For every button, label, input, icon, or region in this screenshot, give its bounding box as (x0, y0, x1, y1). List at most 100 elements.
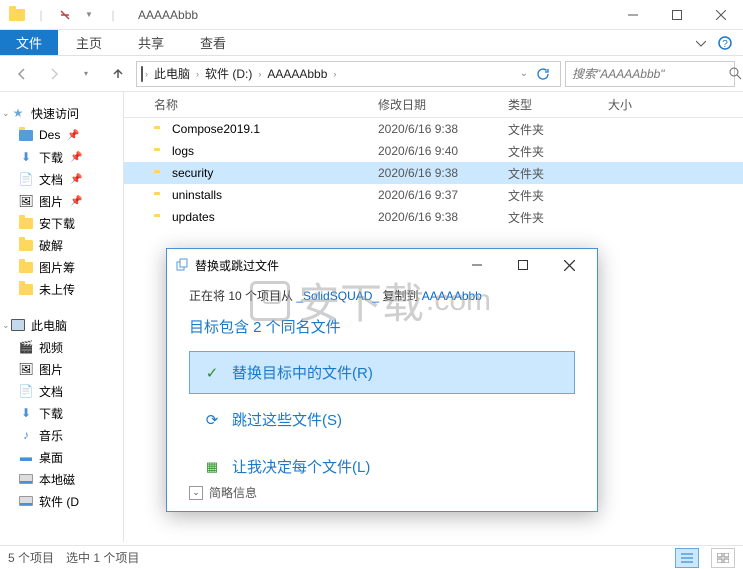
file-name: logs (172, 144, 378, 158)
tab-share[interactable]: 共享 (120, 30, 182, 55)
file-date: 2020/6/16 9:38 (378, 166, 508, 180)
forward-button[interactable] (40, 60, 68, 88)
compare-icon: ▦ (202, 459, 222, 475)
file-type: 文件夹 (508, 143, 608, 160)
sidebar-item[interactable]: 破解 (0, 234, 123, 256)
decide-option[interactable]: ▦ 让我决定每个文件(L) (189, 445, 575, 488)
close-button[interactable] (699, 0, 743, 30)
dest-link[interactable]: AAAAAbbb (422, 289, 482, 303)
document-icon: 📄 (18, 383, 34, 399)
dialog-maximize-button[interactable] (503, 251, 543, 279)
file-row[interactable]: uninstalls2020/6/16 9:37文件夹 (124, 184, 743, 206)
sidebar-item[interactable]: 📄文档 (0, 380, 123, 402)
chevron-down-icon[interactable]: ⌄ (2, 108, 10, 119)
sidebar-item[interactable]: 🖼图片 (0, 358, 123, 380)
sidebar-item[interactable]: 安下载 (0, 212, 123, 234)
breadcrumb-item[interactable]: 此电脑 (150, 65, 194, 82)
chevron-down-icon: ⌄ (189, 486, 203, 500)
history-dropdown-icon[interactable]: ⌄ (520, 68, 528, 79)
skip-icon: ⟳ (202, 411, 222, 429)
breadcrumb-item[interactable]: AAAAAbbb (263, 67, 331, 81)
column-type[interactable]: 类型 (508, 96, 608, 113)
sidebar-item[interactable]: ⬇下载📌 (0, 146, 123, 168)
picture-icon: 🖼 (18, 361, 34, 377)
chevron-right-icon[interactable]: › (333, 69, 336, 79)
column-date[interactable]: 修改日期 (378, 96, 508, 113)
replace-option[interactable]: ✓ 替换目标中的文件(R) (189, 351, 575, 394)
chevron-right-icon[interactable]: › (145, 69, 148, 79)
breadcrumb-item[interactable]: 软件 (D:) (201, 65, 256, 82)
details-view-button[interactable] (675, 548, 699, 568)
file-row[interactable]: Compose2019.12020/6/16 9:38文件夹 (124, 118, 743, 140)
sidebar-item[interactable]: 🖼图片📌 (0, 190, 123, 212)
replace-skip-dialog: 替换或跳过文件 正在将 10 个项目从 _SolidSQUAD_ 复制到 AAA… (166, 248, 598, 512)
refresh-icon[interactable] (530, 67, 556, 81)
dialog-title: 替换或跳过文件 (195, 257, 279, 274)
search-box[interactable] (565, 61, 735, 87)
maximize-button[interactable] (655, 0, 699, 30)
up-button[interactable] (104, 60, 132, 88)
breadcrumb[interactable]: › 此电脑 › 软件 (D:) › AAAAAbbb › ⌄ (136, 61, 561, 87)
music-icon: ♪ (18, 427, 34, 443)
search-input[interactable] (572, 67, 729, 81)
sidebar-item[interactable]: 未上传 (0, 278, 123, 300)
skip-option[interactable]: ⟳ 跳过这些文件(S) (189, 398, 575, 441)
sidebar-item[interactable]: Des📌 (0, 124, 123, 146)
status-bar: 5 个项目 选中 1 个项目 (0, 545, 743, 569)
svg-text:?: ? (722, 39, 728, 50)
dialog-close-button[interactable] (549, 251, 589, 279)
sidebar-item[interactable]: ♪音乐 (0, 424, 123, 446)
file-type: 文件夹 (508, 187, 608, 204)
sidebar-item[interactable]: ⬇下载 (0, 402, 123, 424)
sidebar-quick-access[interactable]: ⌄ ★ 快速访问 (0, 102, 123, 124)
sidebar-item-label: 快速访问 (31, 105, 79, 122)
column-size[interactable]: 大小 (608, 96, 698, 113)
expand-ribbon-icon[interactable] (689, 30, 713, 55)
pc-icon (141, 67, 143, 81)
desktop-icon: ▬ (18, 449, 34, 465)
sidebar-this-pc[interactable]: ⌄ 此电脑 (0, 314, 123, 336)
copy-icon (175, 258, 189, 272)
check-icon: ✓ (202, 364, 222, 382)
folder-icon (6, 4, 28, 26)
divider-icon: | (102, 4, 124, 26)
sidebar-item[interactable]: 图片筹 (0, 256, 123, 278)
help-icon[interactable]: ? (713, 30, 737, 55)
dialog-minimize-button[interactable] (457, 251, 497, 279)
sidebar-item[interactable]: ▬桌面 (0, 446, 123, 468)
dialog-details-toggle[interactable]: ⌄ 简略信息 (189, 484, 257, 501)
search-icon[interactable] (729, 67, 742, 80)
column-name[interactable]: 名称 (154, 96, 378, 113)
sidebar-item[interactable]: 🎬视频 (0, 336, 123, 358)
minimize-button[interactable] (611, 0, 655, 30)
recent-dropdown-icon[interactable]: ▾ (72, 60, 100, 88)
file-date: 2020/6/16 9:38 (378, 122, 508, 136)
sidebar-item[interactable]: 📄文档📌 (0, 168, 123, 190)
chevron-right-icon[interactable]: › (196, 69, 199, 79)
icons-view-button[interactable] (711, 548, 735, 568)
properties-icon[interactable] (54, 4, 76, 26)
copy-progress-text: 正在将 10 个项目从 _SolidSQUAD_ 复制到 AAAAAbbb (189, 287, 575, 304)
file-row[interactable]: security2020/6/16 9:38文件夹 (124, 162, 743, 184)
column-headers: 名称 修改日期 类型 大小 (124, 92, 743, 118)
tab-home[interactable]: 主页 (58, 30, 120, 55)
navigation-pane: ⌄ ★ 快速访问 Des📌 ⬇下载📌 📄文档📌 🖼图片📌 安下载 破解 图片筹 … (0, 92, 124, 542)
sidebar-item[interactable]: 软件 (D (0, 490, 123, 512)
dialog-title-bar: 替换或跳过文件 (167, 249, 597, 281)
source-link[interactable]: _SolidSQUAD_ (296, 289, 379, 303)
file-tab[interactable]: 文件 (0, 30, 58, 55)
tab-view[interactable]: 查看 (182, 30, 244, 55)
folder-icon (18, 237, 34, 253)
chevron-down-icon[interactable]: ⌄ (2, 320, 10, 331)
chevron-right-icon[interactable]: › (258, 69, 261, 79)
file-row[interactable]: logs2020/6/16 9:40文件夹 (124, 140, 743, 162)
file-type: 文件夹 (508, 209, 608, 226)
file-type: 文件夹 (508, 165, 608, 182)
sidebar-item[interactable]: 本地磁 (0, 468, 123, 490)
file-name: security (172, 166, 378, 180)
file-row[interactable]: updates2020/6/16 9:38文件夹 (124, 206, 743, 228)
file-name: uninstalls (172, 188, 378, 202)
back-button[interactable] (8, 60, 36, 88)
qat-dropdown-icon[interactable]: ▼ (78, 4, 100, 26)
pin-icon: 📌 (67, 130, 79, 141)
